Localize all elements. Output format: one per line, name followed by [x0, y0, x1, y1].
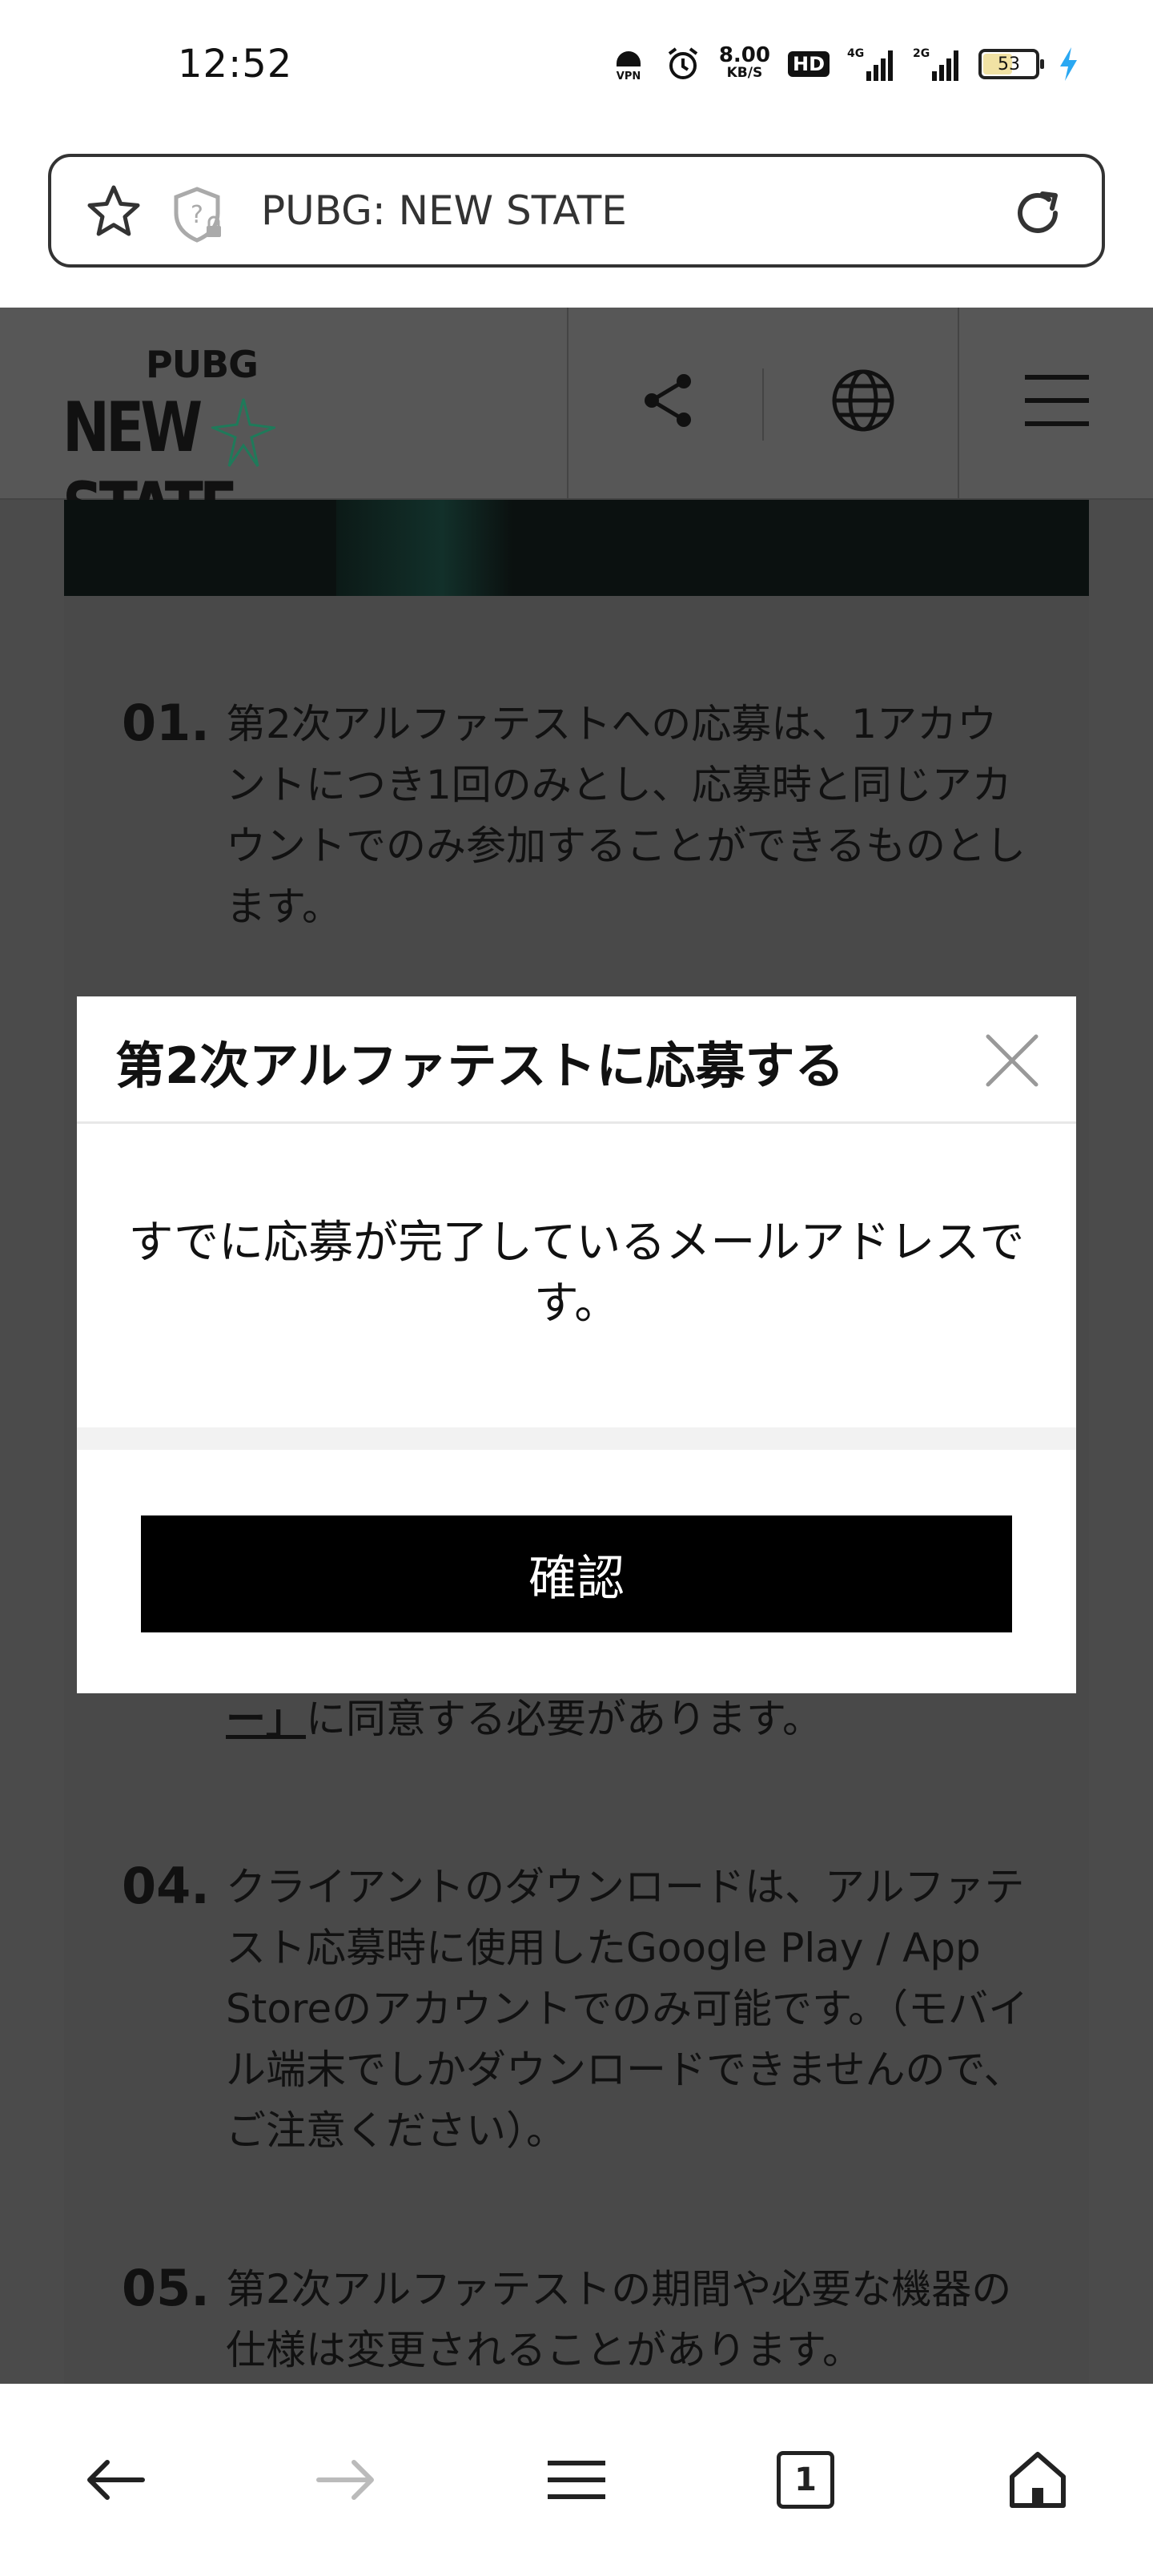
- status-time: 12:52: [178, 42, 293, 87]
- close-icon: [986, 1034, 1039, 1087]
- forward-button[interactable]: [306, 2440, 386, 2520]
- language-button[interactable]: [815, 352, 911, 449]
- logo-star-accent: [211, 398, 275, 467]
- agree-text: に同意する必要があります。: [306, 1696, 822, 1742]
- confirm-button[interactable]: 確認: [141, 1515, 1012, 1632]
- dialog-message: すでに応募が完了しているメールアドレスです。: [128, 1217, 1025, 1330]
- share-button[interactable]: [620, 352, 716, 449]
- pubg-new-state-logo[interactable]: PUBG NEW STATE: [62, 343, 311, 548]
- item-text: 第2次アルファテストの期間や必要な機器の仕様は変更されることがあります。: [226, 2266, 1012, 2373]
- tabs-button[interactable]: 1: [765, 2440, 846, 2520]
- item-number: 05.: [122, 2259, 210, 2317]
- svg-text:4G: 4G: [847, 47, 864, 60]
- close-button[interactable]: [983, 1032, 1041, 1089]
- arrow-left-icon: [87, 2460, 145, 2500]
- browser-bottom-nav: 1: [0, 2384, 1153, 2576]
- vpn-icon: VPN: [610, 46, 647, 83]
- hamburger-menu-icon: [1025, 375, 1089, 426]
- status-icons: VPN 8.00 KB/S HD 4G 2G 53: [610, 40, 1079, 88]
- logo-top-text: PUBG: [146, 343, 259, 386]
- signal-4g-icon: 4G: [847, 46, 895, 83]
- charging-bolt-icon: [1057, 46, 1079, 83]
- header-divider: [567, 308, 568, 500]
- network-speed: 8.00 KB/S: [718, 43, 770, 82]
- arrow-right-icon: [316, 2460, 374, 2500]
- dialog-title: 第2次アルファテストに応募する: [115, 1036, 845, 1095]
- menu-icon: [548, 2461, 605, 2499]
- back-button[interactable]: [75, 2440, 155, 2520]
- hd-voice-badge: HD: [787, 51, 830, 77]
- alarm-clock-icon: [665, 46, 701, 83]
- item-text: 第2次アルファテストへの応募は、1アカウントにつき1回のみとし、応募時と同じアカ…: [226, 701, 1026, 930]
- signal-2g-icon: 2G: [913, 46, 961, 83]
- address-bar[interactable]: ? PUBG: NEW STATE: [48, 154, 1105, 268]
- agree-line: ー」に同意する必要があります。: [226, 1687, 822, 1745]
- bookmark-star-icon[interactable]: [85, 183, 143, 240]
- battery-indicator: 53: [978, 49, 1044, 79]
- speed-value: 8.00: [718, 43, 770, 67]
- svg-text:?: ?: [191, 201, 203, 229]
- home-icon: [1010, 2452, 1066, 2508]
- globe-icon: [832, 369, 894, 432]
- home-button[interactable]: [998, 2440, 1078, 2520]
- item-number: 04.: [122, 1857, 210, 1915]
- item-text: クライアントのダウンロードは、アルファテスト応募時に使用したGoogle Pla…: [226, 1864, 1029, 2154]
- header-divider: [958, 308, 959, 500]
- battery-level: 53: [998, 54, 1020, 74]
- status-bar: 12:52 VPN 8.00 KB/S HD 4G 2G 53: [0, 0, 1153, 136]
- header-divider-small: [762, 368, 764, 441]
- item-number: 01.: [122, 694, 210, 752]
- reload-icon[interactable]: [1009, 184, 1067, 242]
- speed-unit: KB/S: [726, 65, 763, 81]
- menu-button[interactable]: [1009, 352, 1105, 449]
- page-title-in-address-bar[interactable]: PUBG: NEW STATE: [261, 187, 627, 234]
- browser-menu-button[interactable]: [536, 2440, 617, 2520]
- terms-link[interactable]: ー」: [226, 1696, 306, 1742]
- site-security-shield-icon[interactable]: ?: [171, 186, 227, 244]
- dialog-band: [77, 1427, 1076, 1450]
- application-dialog: 第2次アルファテストに応募する すでに応募が完了しているメールアドレスです。 確…: [77, 996, 1076, 1693]
- content-banner: [64, 500, 1089, 596]
- share-icon: [645, 374, 691, 427]
- svg-text:2G: 2G: [913, 47, 930, 60]
- svg-text:VPN: VPN: [617, 70, 641, 83]
- dialog-divider: [77, 1121, 1076, 1124]
- site-header: PUBG NEW STATE: [0, 308, 1153, 548]
- tab-count-icon: 1: [777, 2451, 834, 2509]
